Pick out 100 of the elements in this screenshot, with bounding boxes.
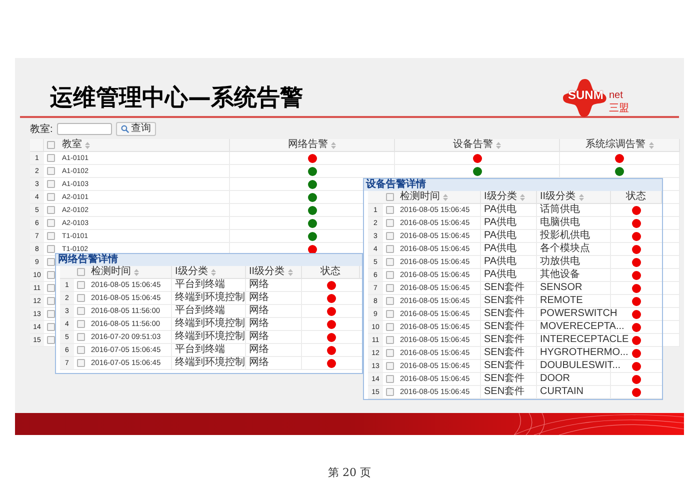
checkbox[interactable]	[386, 206, 394, 214]
checkbox[interactable]	[386, 271, 394, 279]
search-icon	[120, 125, 129, 133]
table-cell: 各个模块点	[540, 244, 590, 254]
checkbox[interactable]	[386, 258, 394, 266]
table-cell: 投影机供电	[540, 231, 590, 241]
checkbox[interactable]	[386, 284, 394, 292]
table-cell: 网络	[249, 332, 269, 342]
column-header[interactable]: I级分类	[484, 192, 525, 202]
checkbox[interactable]	[386, 336, 394, 344]
page-number: 第 20 页	[327, 465, 372, 481]
table-cell: 网络	[249, 280, 269, 290]
checkbox[interactable]	[77, 307, 85, 315]
checkbox[interactable]	[47, 284, 55, 292]
checkbox[interactable]	[386, 232, 394, 240]
panel-title: 网络告警详情	[58, 255, 118, 265]
checkbox[interactable]	[386, 297, 394, 305]
checkbox[interactable]	[386, 310, 394, 318]
column-header[interactable]: 系统综调告警	[586, 140, 654, 150]
table-cell: SEN套件	[484, 348, 525, 358]
checkbox[interactable]	[386, 375, 394, 383]
checkbox[interactable]	[77, 281, 85, 289]
table-cell: 终端到环境控制	[175, 319, 245, 329]
slide-title: 运维管理中心—系统告警	[50, 86, 303, 110]
field-label: 教室:	[30, 122, 53, 136]
column-header[interactable]: 教室	[62, 140, 90, 150]
table-cell: 平台到终端	[175, 280, 225, 290]
checkbox[interactable]	[77, 333, 85, 341]
table-cell: PA供电	[484, 244, 517, 254]
checkbox[interactable]	[47, 193, 55, 201]
checkbox[interactable]	[77, 268, 85, 276]
checkbox[interactable]	[47, 245, 55, 253]
checkbox[interactable]	[47, 141, 55, 149]
table-cell: MOVERECEPTA...	[540, 322, 624, 332]
table-cell: SEN套件	[484, 296, 525, 306]
column-header[interactable]: I级分类	[175, 267, 216, 277]
table-cell: 其他设备	[540, 270, 580, 280]
checkbox[interactable]	[77, 294, 85, 302]
table-cell: 网络	[249, 358, 269, 368]
table-cell: PA供电	[484, 218, 517, 228]
column-header[interactable]: 状态	[626, 192, 646, 202]
column-header[interactable]: 状态	[320, 267, 340, 277]
checkbox[interactable]	[386, 193, 394, 201]
column-header[interactable]: 检测时间	[91, 267, 139, 277]
table-cell: 终端到环境控制	[175, 332, 245, 342]
checkbox[interactable]	[386, 219, 394, 227]
checkbox[interactable]	[386, 362, 394, 370]
table-cell: 终端到环境控制	[175, 358, 245, 368]
checkbox[interactable]	[47, 336, 55, 344]
table-cell: 功放供电	[540, 257, 580, 267]
search-button[interactable]: 查询	[116, 122, 156, 136]
table-cell: 平台到终端	[175, 345, 225, 355]
table-cell: DOOR	[540, 374, 570, 384]
table-cell: INTERECEPTACLE	[540, 335, 629, 345]
table-cell: SEN套件	[484, 309, 525, 319]
checkbox[interactable]	[77, 320, 85, 328]
logo-suffix: net	[609, 91, 623, 101]
search-field[interactable]	[56, 123, 112, 135]
checkbox[interactable]	[47, 323, 55, 331]
checkbox[interactable]	[386, 388, 394, 396]
column-header[interactable]: II级分类	[540, 192, 584, 202]
table-cell: 平台到终端	[175, 306, 225, 316]
checkbox[interactable]	[386, 245, 394, 253]
checkbox[interactable]	[47, 310, 55, 318]
checkbox[interactable]	[47, 180, 55, 188]
table-cell: CURTAIN	[540, 387, 584, 397]
panel-title: 设备告警详情	[366, 180, 426, 190]
checkbox[interactable]	[47, 297, 55, 305]
checkbox[interactable]	[386, 349, 394, 357]
checkbox[interactable]	[47, 167, 55, 175]
table-cell: SEN套件	[484, 335, 525, 345]
checkbox[interactable]	[47, 206, 55, 214]
table-cell: HYGROTHERMO...	[540, 348, 628, 358]
table-cell: PA供电	[484, 231, 517, 241]
logo-text: SUNM	[568, 89, 604, 101]
table-cell: 电脑供电	[540, 218, 580, 228]
table-cell: 网络	[249, 306, 269, 316]
table-cell: 网络	[249, 319, 269, 329]
checkbox[interactable]	[47, 232, 55, 240]
checkbox[interactable]	[386, 323, 394, 331]
column-header[interactable]: 设备告警	[453, 140, 501, 150]
logo-subtitle: 三盟	[609, 104, 629, 114]
table-cell: 话筒供电	[540, 205, 580, 215]
checkbox[interactable]	[47, 258, 55, 266]
checkbox[interactable]	[47, 271, 55, 279]
table-cell: PA供电	[484, 257, 517, 267]
checkbox[interactable]	[47, 219, 55, 227]
checkbox[interactable]	[47, 154, 55, 162]
checkbox[interactable]	[77, 359, 85, 367]
column-header[interactable]: 网络告警	[288, 140, 336, 150]
checkbox[interactable]	[77, 346, 85, 354]
table-cell: 网络	[249, 345, 269, 355]
column-header[interactable]: 检测时间	[400, 192, 448, 202]
table-cell: SEN套件	[484, 322, 525, 332]
column-header[interactable]: II级分类	[249, 267, 293, 277]
logo-mark-icon	[562, 78, 608, 118]
table-cell: SENSOR	[540, 283, 582, 293]
table-cell: POWERSWITCH	[540, 309, 618, 319]
table-cell: 网络	[249, 293, 269, 303]
table-cell: SEN套件	[484, 283, 525, 293]
